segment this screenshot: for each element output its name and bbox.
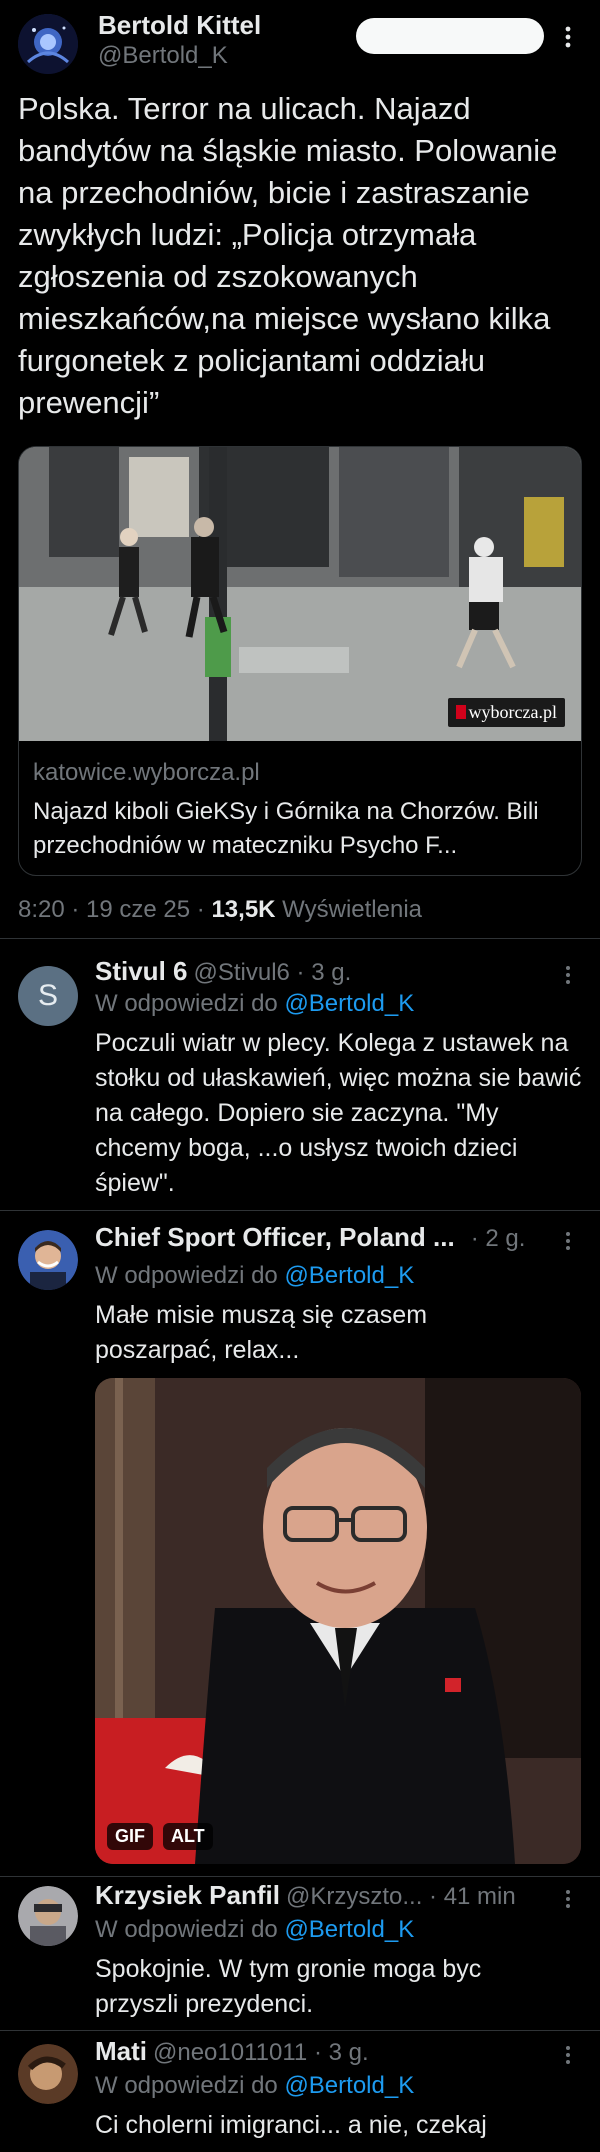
reply-text: Spokojnie. W tym gronie moga byc przyszl… [95,1955,482,2018]
replying-to: W odpowiedzi do @Bertold_K [95,1262,415,1289]
more-vertical-icon[interactable] [556,1884,580,1914]
reply-handle-time[interactable]: · 2 g. [471,1225,526,1253]
reply-text: Poczuli wiatr w plecy. Kolega z ustawek … [95,1029,582,1197]
gif-badge: GIF [107,1823,153,1850]
reply-avatar[interactable] [18,2044,78,2104]
replying-to-link[interactable]: @Bertold_K [284,2072,414,2099]
alt-badge[interactable]: ALT [163,1823,213,1850]
reply-text: Małe misie muszą się czasem poszarpać, r… [95,1301,428,1364]
reply-avatar[interactable]: S [18,966,78,1026]
more-vertical-icon[interactable] [556,960,580,990]
reply-handle-time[interactable]: @Stivul6 · 3 g. [193,959,351,987]
reply-author-name[interactable]: Krzysiek Panfil [95,1880,280,1911]
reply-header: Mati @neo1011011 · 3 g. [95,2036,369,2067]
tweet-text: Polska. Terror na ulicach. Najazd bandyt… [18,91,558,420]
replying-to: W odpowiedzi do @Bertold_K [95,990,415,1017]
wyborcza-watermark: wyborcza.pl [447,698,565,727]
card-title: Najazd kiboli GieKSy i Górnika na Chorzó… [33,798,539,859]
reply-handle-time[interactable]: @Krzyszto... · 41 min [286,1883,516,1911]
divider [0,1876,600,1877]
more-vertical-icon[interactable] [556,1226,580,1256]
reply-handle-time[interactable]: @neo1011011 · 3 g. [153,2039,369,2067]
views-count: 13,5K [211,896,276,923]
divider [0,938,600,939]
reply-header: Stivul 6 @Stivul6 · 3 g. [95,956,351,987]
reply-gif[interactable]: GIF ALT [95,1378,581,1864]
divider [0,2030,600,2031]
replying-to-link[interactable]: @Bertold_K [284,990,414,1017]
author-avatar[interactable] [18,14,78,74]
replying-to-link[interactable]: @Bertold_K [284,1262,414,1289]
reply-author-name[interactable]: Mati [95,2036,147,2067]
link-card[interactable]: wyborcza.pl katowice.wyborcza.pl Najazd … [18,446,582,876]
replying-to: W odpowiedzi do @Bertold_K [95,1916,415,1943]
tweet-meta: 8:20 · 19 cze 25 · 13,5K Wyświetlenia [18,896,422,924]
more-vertical-icon[interactable] [556,2040,580,2070]
author-name[interactable]: Bertold Kittel [98,10,261,41]
replying-to-link[interactable]: @Bertold_K [284,1916,414,1943]
reply-header: Chief Sport Officer, Poland ... · 2 g. [95,1222,525,1253]
reply-avatar[interactable] [18,1230,78,1290]
tweet-time[interactable]: 8:20 · 19 cze 25 · [18,896,211,923]
reply-text: Ci cholerni imigranci... a nie, czekaj [95,2111,487,2139]
views-label: Wyświetlenia [275,896,422,923]
reply-author-name[interactable]: Chief Sport Officer, Poland ... [95,1222,455,1253]
divider [0,1210,600,1211]
follow-button[interactable] [356,18,544,54]
more-vertical-icon[interactable] [556,22,580,52]
replying-to: W odpowiedzi do @Bertold_K [95,2072,415,2099]
card-domain: katowice.wyborcza.pl [33,759,260,786]
author-handle[interactable]: @Bertold_K [98,42,228,70]
reply-avatar[interactable] [18,1886,78,1946]
reply-author-name[interactable]: Stivul 6 [95,956,187,987]
reply-header: Krzysiek Panfil @Krzyszto... · 41 min [95,1880,516,1911]
card-image: wyborcza.pl [19,447,581,741]
